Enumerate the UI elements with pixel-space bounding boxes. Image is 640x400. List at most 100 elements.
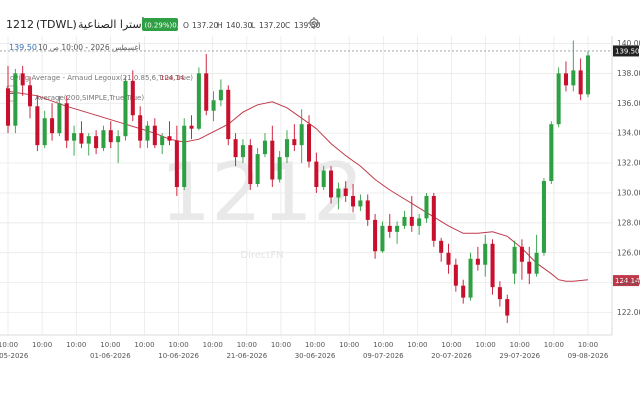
candle-body xyxy=(571,70,576,86)
candle-body xyxy=(116,136,121,143)
candle xyxy=(409,195,414,232)
candle xyxy=(490,239,495,295)
candle-body xyxy=(424,195,429,219)
candle-body xyxy=(152,125,157,146)
candle-body xyxy=(373,219,378,252)
candle-body xyxy=(196,73,201,129)
candle-body xyxy=(395,225,400,232)
candle-body xyxy=(94,136,99,149)
candle-body xyxy=(101,130,106,149)
candle xyxy=(270,125,275,187)
candle-body xyxy=(79,133,84,144)
price-tag-text: 139.50 xyxy=(615,47,640,55)
candle-body xyxy=(86,136,91,144)
candle-body xyxy=(343,188,348,196)
candle-body xyxy=(20,73,25,86)
candle xyxy=(483,234,488,277)
candle xyxy=(439,237,444,262)
x-tick-time: 10:00 xyxy=(476,341,496,349)
high-value: 140.30 xyxy=(226,21,252,30)
candle-body xyxy=(174,140,179,187)
x-tick-time: 10:00 xyxy=(271,341,291,349)
candle-body xyxy=(417,218,422,226)
candle xyxy=(446,243,451,274)
candle xyxy=(64,95,69,149)
candle xyxy=(556,67,561,128)
candle xyxy=(563,61,568,92)
candle-body xyxy=(505,299,510,316)
candle-body xyxy=(578,70,583,95)
candle-body xyxy=(167,136,172,141)
y-tick-label: 126.00 xyxy=(617,248,640,257)
x-tick-time: 10:00 xyxy=(0,341,18,349)
watermark: 1212 DirectFN xyxy=(160,146,364,261)
candle-body xyxy=(255,154,260,185)
x-tick-date: 09-08-2026 xyxy=(568,352,609,360)
x-tick-time: 10:00 xyxy=(441,341,461,349)
candle xyxy=(519,239,524,280)
chart-canvas: 1212 (TDWL) أسترا الصناعية (0.29%)0.40 O… xyxy=(0,17,640,360)
candle xyxy=(189,115,194,140)
candle xyxy=(306,115,312,168)
alma-indicator-value: 124.14 xyxy=(160,74,185,82)
candle-body xyxy=(453,264,458,286)
x-tick-time: 10:00 xyxy=(339,341,359,349)
candle-body xyxy=(5,88,11,126)
candle-body xyxy=(358,200,363,207)
candle xyxy=(116,130,121,164)
x-tick-time: 10:00 xyxy=(134,341,154,349)
candle-body xyxy=(270,140,275,180)
candle-body xyxy=(64,103,69,141)
candle-body xyxy=(431,195,436,241)
candle xyxy=(226,85,231,146)
candle xyxy=(549,121,554,185)
candle-body xyxy=(534,252,539,274)
candle-body xyxy=(13,73,18,126)
x-tick-time: 10:00 xyxy=(237,341,257,349)
candle-body xyxy=(160,136,165,146)
y-tick-label: 124.00 xyxy=(617,278,640,287)
candle xyxy=(578,58,583,101)
candle xyxy=(152,118,157,149)
candle xyxy=(123,76,128,141)
candle xyxy=(365,194,370,226)
candle xyxy=(505,294,510,324)
y-tick-label: 134.00 xyxy=(617,129,640,138)
candle-body xyxy=(483,243,488,265)
candle xyxy=(42,110,47,149)
candle xyxy=(512,240,517,285)
candle xyxy=(20,65,25,96)
candle xyxy=(387,213,392,238)
candle-body xyxy=(549,124,554,182)
x-tick-time: 10:00 xyxy=(373,341,393,349)
low-label: L xyxy=(251,21,256,30)
candle-body xyxy=(475,258,480,265)
candle-body xyxy=(527,261,532,274)
candle xyxy=(101,125,106,152)
x-tick-time: 10:00 xyxy=(305,341,325,349)
candle-body xyxy=(497,287,502,300)
x-tick-time: 10:00 xyxy=(32,341,52,349)
y-tick-label: 130.00 xyxy=(617,188,640,197)
candle xyxy=(211,91,216,122)
candle xyxy=(461,279,466,304)
watermark-brand: DirectFN xyxy=(240,250,283,261)
candle xyxy=(585,50,591,98)
candle xyxy=(79,121,84,149)
candle xyxy=(182,118,187,190)
candle xyxy=(138,106,143,149)
candle-body xyxy=(461,285,466,298)
candle xyxy=(262,133,267,158)
candle-body xyxy=(204,73,209,111)
candle-body xyxy=(468,258,473,298)
candle-body xyxy=(402,216,407,226)
candle-body xyxy=(541,181,546,253)
candle-body xyxy=(138,115,143,141)
candle xyxy=(380,221,385,253)
change-value: (0.29%)0.40 xyxy=(145,22,188,30)
candle-body xyxy=(108,130,113,143)
candle-body xyxy=(130,80,135,116)
low-value: 137.20 xyxy=(259,21,285,30)
candle-body xyxy=(35,106,40,146)
candle xyxy=(13,68,18,134)
